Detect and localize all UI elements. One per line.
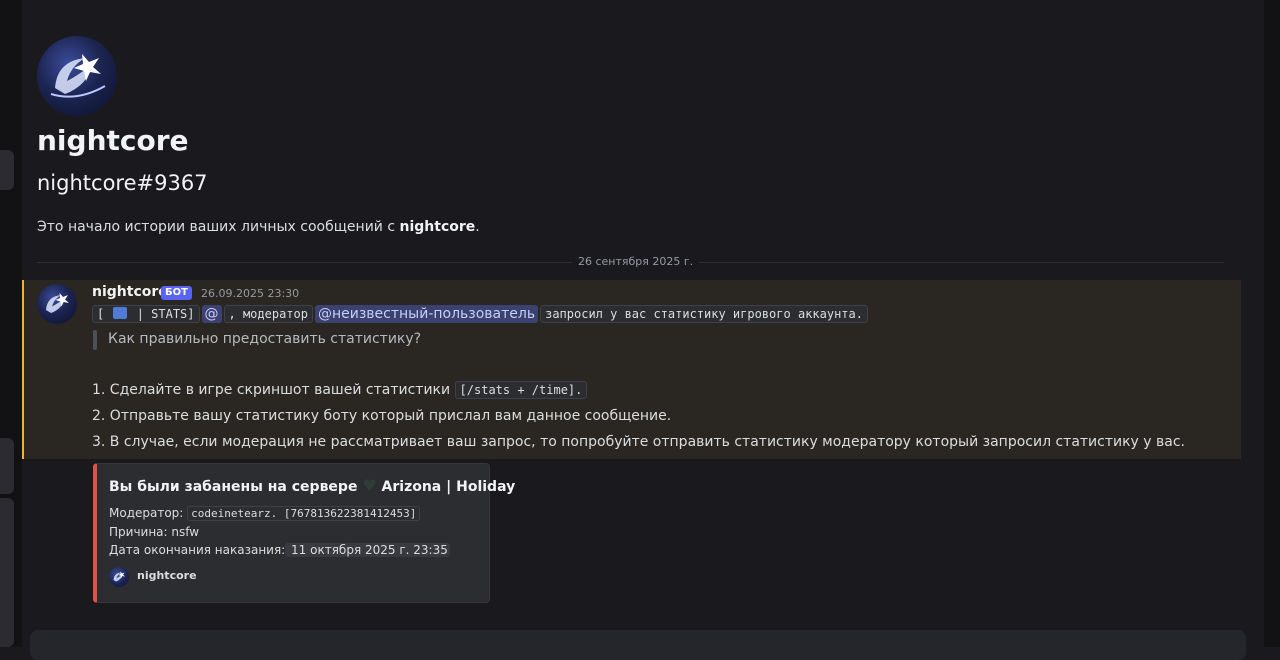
- mention-user[interactable]: @: [201, 305, 222, 323]
- avatar-art-icon: [113, 571, 125, 582]
- embed-field-label: Дата окончания наказания:: [109, 543, 286, 557]
- server-sidebar-edge: [0, 0, 22, 647]
- embed-footer-name: nightcore: [137, 569, 197, 582]
- list-item: 1. Сделайте в игре скриншот вашей статис…: [92, 381, 588, 399]
- message-author[interactable]: nightcore: [92, 284, 168, 300]
- mention-unknown-user[interactable]: @неизвестный-пользователь: [314, 305, 539, 323]
- ban-embed: Вы были забанены на сервере ♥ Arizona | …: [93, 463, 515, 603]
- embed-date-chip[interactable]: 11 октября 2025 г. 23:35: [285, 543, 450, 557]
- right-panel-edge: [1254, 0, 1280, 647]
- intro-text: Это начало истории ваших личных сообщени…: [37, 219, 400, 235]
- profile-name: nightcore: [37, 124, 189, 157]
- intro-username[interactable]: nightcore: [400, 219, 476, 235]
- message-input[interactable]: [30, 630, 1246, 660]
- embed-end-date: Дата окончания наказания: 11 октября 202…: [109, 543, 450, 557]
- message-timestamp[interactable]: 26.09.2025 23:30: [201, 287, 299, 300]
- list-item: 2. Отправьте вашу статистику боту которы…: [92, 408, 672, 424]
- dm-intro-text: Это начало истории ваших личных сообщени…: [37, 219, 480, 235]
- sidebar-nub[interactable]: [0, 438, 14, 494]
- sidebar-nub[interactable]: [0, 498, 14, 647]
- inline-code-request: запросил у вас статистику игрового аккау…: [540, 305, 868, 323]
- list-item-text: 1. Сделайте в игре скриншот вашей статис…: [92, 382, 455, 398]
- blockquote-bar: [93, 330, 97, 350]
- avatar-art-icon: [50, 54, 106, 98]
- embed-field-label: Модератор:: [109, 506, 188, 520]
- bot-badge: БОТ: [161, 286, 192, 300]
- code-text: | STATS]: [129, 307, 195, 321]
- profile-avatar[interactable]: [37, 36, 117, 116]
- inline-code-moderator: , модератор: [223, 305, 313, 323]
- avatar-art-icon: [46, 293, 69, 313]
- embed-title: Вы были забанены на сервере ♥ Arizona | …: [109, 476, 515, 495]
- thumbs-up-icon: [113, 307, 128, 319]
- message-first-line: [ | STATS] @ , модератор @неизвестный-по…: [92, 304, 868, 324]
- embed-reason: Причина: nsfw: [109, 525, 200, 539]
- list-item: 3. В случае, если модерация не рассматри…: [92, 434, 1186, 450]
- sidebar-nub[interactable]: [0, 150, 14, 190]
- date-divider-label: 26 сентября 2025 г.: [572, 255, 700, 268]
- embed-moderator-code: codeinetearz. [767813622381412453]: [187, 506, 421, 521]
- intro-suffix: .: [475, 219, 480, 235]
- embed-footer-avatar: [109, 567, 129, 587]
- embed-moderator: Модератор: codeinetearz. [76781362238141…: [109, 506, 421, 521]
- inline-code-command: [/stats + /time].: [454, 381, 588, 399]
- embed-server-name: Arizona | Holiday: [376, 479, 516, 495]
- scrollbar-track[interactable]: [1254, 0, 1264, 647]
- message-avatar[interactable]: [37, 284, 77, 324]
- blockquote-text: Как правильно предоставить статистику?: [108, 331, 422, 347]
- profile-username: nightcore#9367: [37, 171, 208, 195]
- code-text: [: [97, 307, 105, 321]
- dm-chat-area: nightcore nightcore#9367 Это начало исто…: [22, 0, 1254, 660]
- heart-icon: ♥: [362, 476, 377, 495]
- inline-code-stats: [ | STATS]: [92, 305, 200, 323]
- embed-title-text: Вы были забанены на сервере: [109, 479, 363, 495]
